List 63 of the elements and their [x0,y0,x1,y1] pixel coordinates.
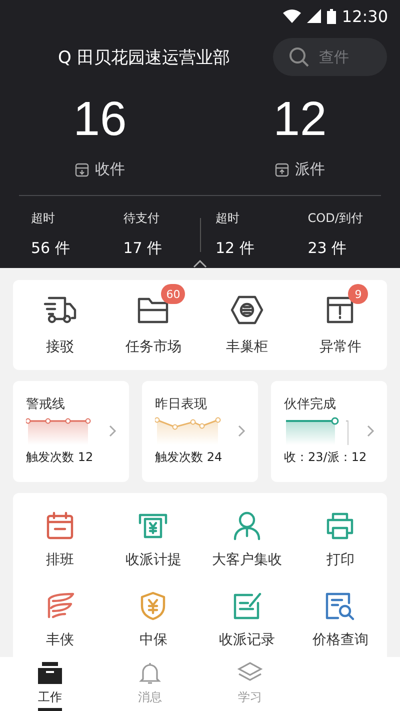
count-badge: 60 [161,284,186,304]
clock-time: 12:30 [342,6,388,26]
metric-value: 触发次数 12 [26,449,94,466]
collapse-caret-icon[interactable] [193,260,207,268]
progress-chart [284,417,350,445]
tool-label[interactable]: 收派计提 [125,551,182,569]
stat-label: 超时 [216,210,240,227]
truck-icon [42,295,77,325]
stat-value: 23 件 [308,239,348,258]
receipt-icon [138,511,168,541]
nav-tab[interactable]: 工作 [38,689,62,706]
chevron-right-icon [109,425,117,437]
metric-value: 触发次数 24 [155,449,224,466]
toolbox-icon [37,661,63,685]
chevron-right-icon [238,425,246,437]
chevron-right-icon [367,425,375,437]
inbox-download-icon [75,162,89,176]
bell-icon [138,661,162,685]
count-value: 12 [273,92,327,148]
metric-title: 警戒线 [26,396,66,413]
count-label: 派件 [295,160,325,179]
search-field[interactable]: 查件 [273,38,387,76]
metric-card[interactable]: 昨日表现 触发次数 24 [142,381,258,482]
line-chart-drawing [155,417,221,445]
count-badge: 9 [348,284,368,304]
stat-value: 56 件 [31,239,71,258]
hexagon-icon [230,295,264,325]
tool-label[interactable]: 大客户集收 [212,551,282,569]
search-icon [289,47,309,67]
metric-title: 昨日表现 [155,396,208,413]
stat-value: 12 件 [216,239,256,258]
tool-label[interactable]: 中保 [139,631,168,649]
shortcut-label[interactable]: 接驳 [46,338,74,356]
tool-label[interactable]: 价格查询 [312,631,368,649]
station-name: Q 田贝花园速运营业部 [58,46,230,68]
battery-icon [326,8,336,24]
printer-icon [325,511,356,541]
metric-title: 伙伴完成 [284,396,337,413]
shortcut-label[interactable]: 丰巢柜 [226,338,268,356]
signal-icon [306,9,321,23]
tool-label[interactable]: 丰侠 [46,631,74,649]
tool-label[interactable]: 收派记录 [218,631,275,649]
stat-label: 超时 [31,210,56,227]
count-value: 16 [73,92,127,148]
tool-label[interactable]: 排班 [46,551,74,569]
edit-icon [232,591,262,621]
wifi-icon [282,9,301,23]
metric-value: 收：23/派：12 [284,449,368,466]
metric-card[interactable]: 伙伴完成 收：23/派：12 [271,381,387,482]
person-icon [232,511,262,541]
stat-value: 17 件 [123,239,164,258]
line-chart-drawing [26,417,92,445]
metric-card[interactable]: 警戒线 触发次数 12 [13,381,129,482]
shortcut-label[interactable]: 任务市场 [125,338,182,356]
stat-label: 待支付 [123,210,160,227]
shortcut-label[interactable]: 异常件 [319,338,362,356]
box-icon [325,295,356,325]
calendar-icon [44,511,75,541]
inbox-upload-icon [275,162,289,176]
stat-label: COD/到付 [308,210,364,227]
count-label: 收件 [95,160,125,179]
document-search-icon [324,591,356,621]
tool-label[interactable]: 打印 [326,551,354,569]
